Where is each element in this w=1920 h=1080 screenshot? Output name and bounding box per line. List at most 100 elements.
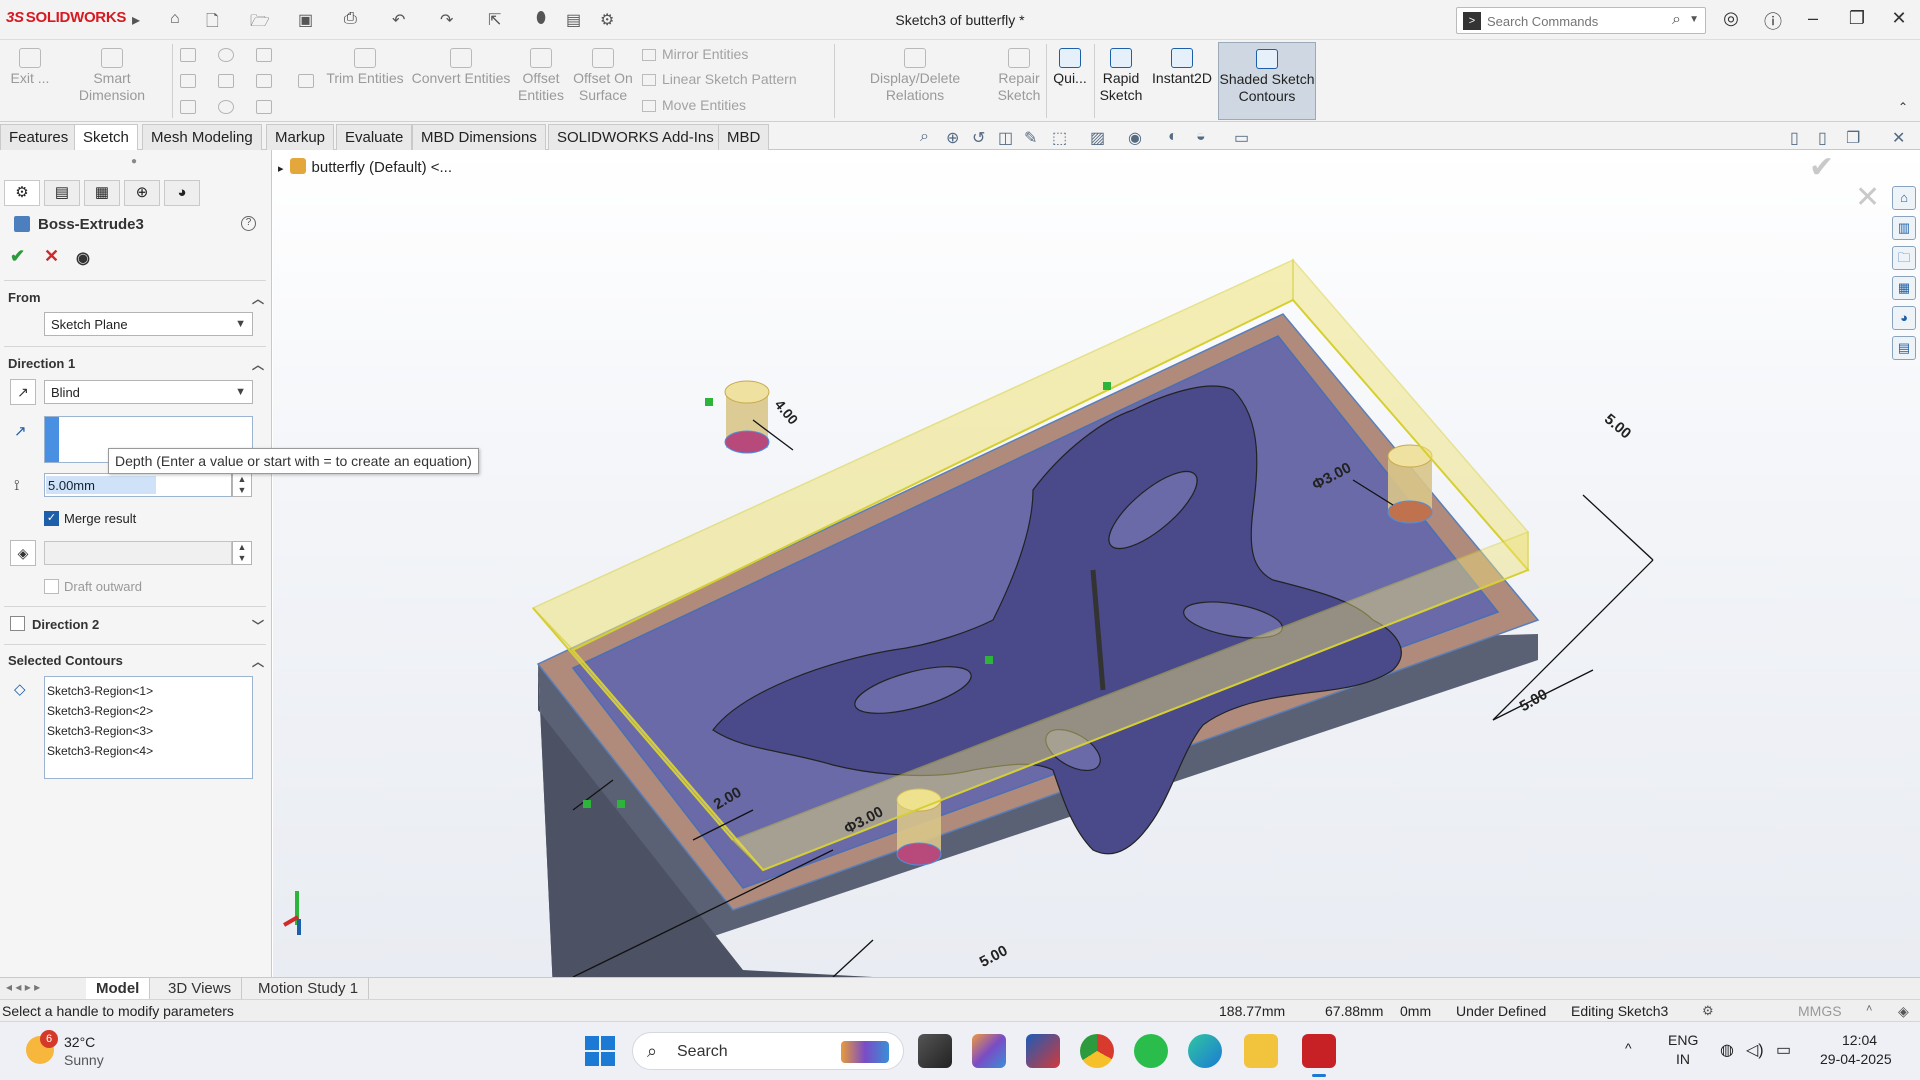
point-icon[interactable] bbox=[218, 100, 234, 114]
chrome-icon[interactable] bbox=[1080, 1034, 1114, 1068]
list-item[interactable]: Sketch3-Region<1> bbox=[47, 681, 250, 701]
feature-tree-flyout[interactable]: ▸ butterfly (Default) <... bbox=[278, 158, 452, 176]
sketch-fillet-icon[interactable] bbox=[256, 74, 272, 88]
task-view-icon[interactable] bbox=[918, 1034, 952, 1068]
merge-result-checkbox[interactable]: ✓ bbox=[44, 511, 59, 526]
tab-motion-study[interactable]: Motion Study 1 bbox=[248, 978, 370, 1000]
search-icon[interactable]: ⌕ bbox=[1672, 11, 1681, 29]
repair-sketch-button[interactable]: Repair Sketch bbox=[994, 48, 1044, 104]
viewport-close-icon[interactable]: ✕ bbox=[1892, 128, 1905, 148]
select-icon[interactable]: ⇱ bbox=[488, 10, 501, 30]
section-view-icon[interactable]: ◫ bbox=[998, 128, 1013, 148]
display-style-icon[interactable]: ▨ bbox=[1090, 128, 1105, 148]
tab-evaluate[interactable]: Evaluate bbox=[336, 124, 413, 150]
from-section-header[interactable]: From ︿ bbox=[8, 290, 264, 306]
rectangle-icon[interactable] bbox=[180, 74, 196, 88]
zoom-to-area-icon[interactable]: ⊕ bbox=[946, 128, 959, 148]
language-region[interactable]: IN bbox=[1676, 1051, 1690, 1067]
confirm-corner-check-icon[interactable]: ✔ bbox=[1809, 150, 1834, 185]
whatsapp-icon[interactable] bbox=[1134, 1034, 1168, 1068]
edit-appearance-icon[interactable]: ◐ bbox=[1168, 128, 1178, 146]
tab-mbd-dimensions[interactable]: MBD Dimensions bbox=[412, 124, 546, 150]
circle-icon[interactable] bbox=[218, 48, 234, 62]
view-palette-icon[interactable]: ▦ bbox=[1892, 276, 1916, 300]
draft-angle-field[interactable] bbox=[44, 541, 232, 565]
end-condition-select[interactable]: Blind ▼ bbox=[44, 380, 253, 404]
network-icon[interactable]: ◍ bbox=[1720, 1040, 1734, 1060]
status-tooltip-icon[interactable]: ◈ bbox=[1898, 1003, 1909, 1020]
chevron-down-icon[interactable]: ▼ bbox=[1689, 14, 1699, 25]
draft-icon[interactable]: ◈ bbox=[10, 540, 36, 566]
appearances-icon[interactable]: ◕ bbox=[1892, 306, 1916, 330]
close-icon[interactable]: ✕ bbox=[1884, 8, 1914, 29]
depth-input[interactable] bbox=[46, 476, 156, 494]
show-hidden-icons-icon[interactable]: ^ bbox=[1625, 1040, 1632, 1056]
solidworks-taskbar-icon[interactable] bbox=[1302, 1034, 1336, 1077]
file-properties-icon[interactable]: ▤ bbox=[566, 10, 581, 30]
spline-icon[interactable] bbox=[256, 48, 272, 62]
line-icon[interactable] bbox=[180, 48, 196, 62]
reverse-direction-icon[interactable]: ↗ bbox=[10, 379, 36, 405]
expand-arrow-icon[interactable]: ▸ bbox=[278, 163, 284, 175]
text-icon[interactable] bbox=[298, 74, 314, 88]
polygon-icon[interactable] bbox=[256, 100, 272, 114]
dimxpert-manager-tab[interactable]: ⊕ bbox=[124, 180, 160, 206]
file-explorer-icon[interactable]: 🗀 bbox=[1892, 246, 1916, 270]
command-search[interactable]: > ⌕ ▼ bbox=[1456, 7, 1706, 34]
tab-mbd[interactable]: MBD bbox=[718, 124, 770, 150]
depth-spinner[interactable]: ▲ ▼ bbox=[232, 473, 252, 497]
feature-manager-tab[interactable]: ⚙ bbox=[4, 180, 40, 206]
unit-system[interactable]: MMGS bbox=[1798, 1003, 1842, 1019]
restore-icon[interactable]: ❐ bbox=[1842, 8, 1872, 29]
tile-vertical-icon[interactable]: ▯ bbox=[1818, 128, 1827, 148]
slot-icon[interactable] bbox=[180, 100, 196, 114]
smart-dimension-button[interactable]: Smart Dimension bbox=[60, 48, 164, 104]
account-icon[interactable]: ◎ bbox=[1716, 8, 1746, 29]
command-search-input[interactable] bbox=[1487, 12, 1657, 30]
rebuild-status-icon[interactable]: ⚙ bbox=[1702, 1003, 1714, 1019]
graphics-area[interactable]: 4.00 5.00 Φ3.00 5.00 2.00 Φ3.00 5.00 ✔ ✕ bbox=[273, 150, 1920, 977]
save-icon[interactable]: ▣ bbox=[298, 10, 313, 30]
display-delete-relations-button[interactable]: Display/Delete Relations bbox=[840, 48, 990, 104]
custom-properties-icon[interactable]: ▤ bbox=[1892, 336, 1916, 360]
direction2-section-header[interactable]: Direction 2 ﹀ bbox=[32, 617, 264, 633]
taskbar-search[interactable]: ⌕ Search bbox=[632, 1032, 904, 1070]
ok-check-icon[interactable]: ✔ bbox=[10, 246, 25, 267]
tab-3d-views[interactable]: 3D Views bbox=[158, 978, 243, 1000]
battery-icon[interactable]: ▭ bbox=[1776, 1040, 1791, 1060]
configuration-manager-tab[interactable]: ▦ bbox=[84, 180, 120, 206]
mirror-entities-button[interactable]: Mirror Entities bbox=[642, 46, 748, 62]
start-button[interactable] bbox=[585, 1036, 615, 1066]
file-explorer-icon[interactable] bbox=[1244, 1034, 1278, 1068]
solidworks-resources-icon[interactable]: ⌂ bbox=[1892, 186, 1916, 210]
minimize-icon[interactable]: – bbox=[1798, 8, 1828, 29]
tab-scroll-arrows[interactable]: ◂ ◂ ▸ ▸ bbox=[6, 980, 40, 994]
rebuild-icon[interactable]: ⬮ bbox=[536, 10, 546, 28]
redo-icon[interactable]: ↷ bbox=[440, 10, 453, 30]
solidworks-logo[interactable]: 3S SOLIDWORKS bbox=[6, 9, 126, 26]
list-item[interactable]: Sketch3-Region<2> bbox=[47, 701, 250, 721]
tab-solidworks-add-ins[interactable]: SOLIDWORKS Add-Ins bbox=[548, 124, 723, 150]
tile-horizontal-icon[interactable]: ▯ bbox=[1790, 128, 1799, 148]
preview-eye-icon[interactable]: ◉ bbox=[76, 248, 90, 268]
direction2-checkbox[interactable] bbox=[10, 616, 25, 631]
list-item[interactable]: Sketch3-Region<3> bbox=[47, 721, 250, 741]
hide-show-items-icon[interactable]: ◉ bbox=[1128, 128, 1142, 148]
clock-time[interactable]: 12:04 bbox=[1842, 1032, 1877, 1048]
selected-contours-list[interactable]: Sketch3-Region<1> Sketch3-Region<2> Sket… bbox=[44, 676, 253, 779]
draft-outward-checkbox[interactable] bbox=[44, 579, 59, 594]
clock-date[interactable]: 29-04-2025 bbox=[1820, 1051, 1892, 1067]
home-icon[interactable]: ⌂ bbox=[170, 10, 180, 28]
edge-icon[interactable] bbox=[1188, 1034, 1222, 1068]
trim-entities-button[interactable]: Trim Entities bbox=[326, 48, 404, 87]
undo-icon[interactable]: ↶ bbox=[392, 10, 405, 30]
property-manager-tab[interactable]: ▤ bbox=[44, 180, 80, 206]
arc-icon[interactable] bbox=[218, 74, 234, 88]
linear-pattern-button[interactable]: Linear Sketch Pattern bbox=[642, 71, 797, 87]
microsoft-store-icon[interactable] bbox=[1026, 1034, 1060, 1068]
quick-snaps-button[interactable]: Qui... bbox=[1050, 48, 1090, 87]
view-settings-icon[interactable]: ▭ bbox=[1234, 128, 1249, 148]
language-code[interactable]: ENG bbox=[1668, 1032, 1698, 1048]
direction1-section-header[interactable]: Direction 1 ︿ bbox=[8, 356, 264, 372]
instant2d-button[interactable]: Instant2D bbox=[1148, 48, 1216, 87]
